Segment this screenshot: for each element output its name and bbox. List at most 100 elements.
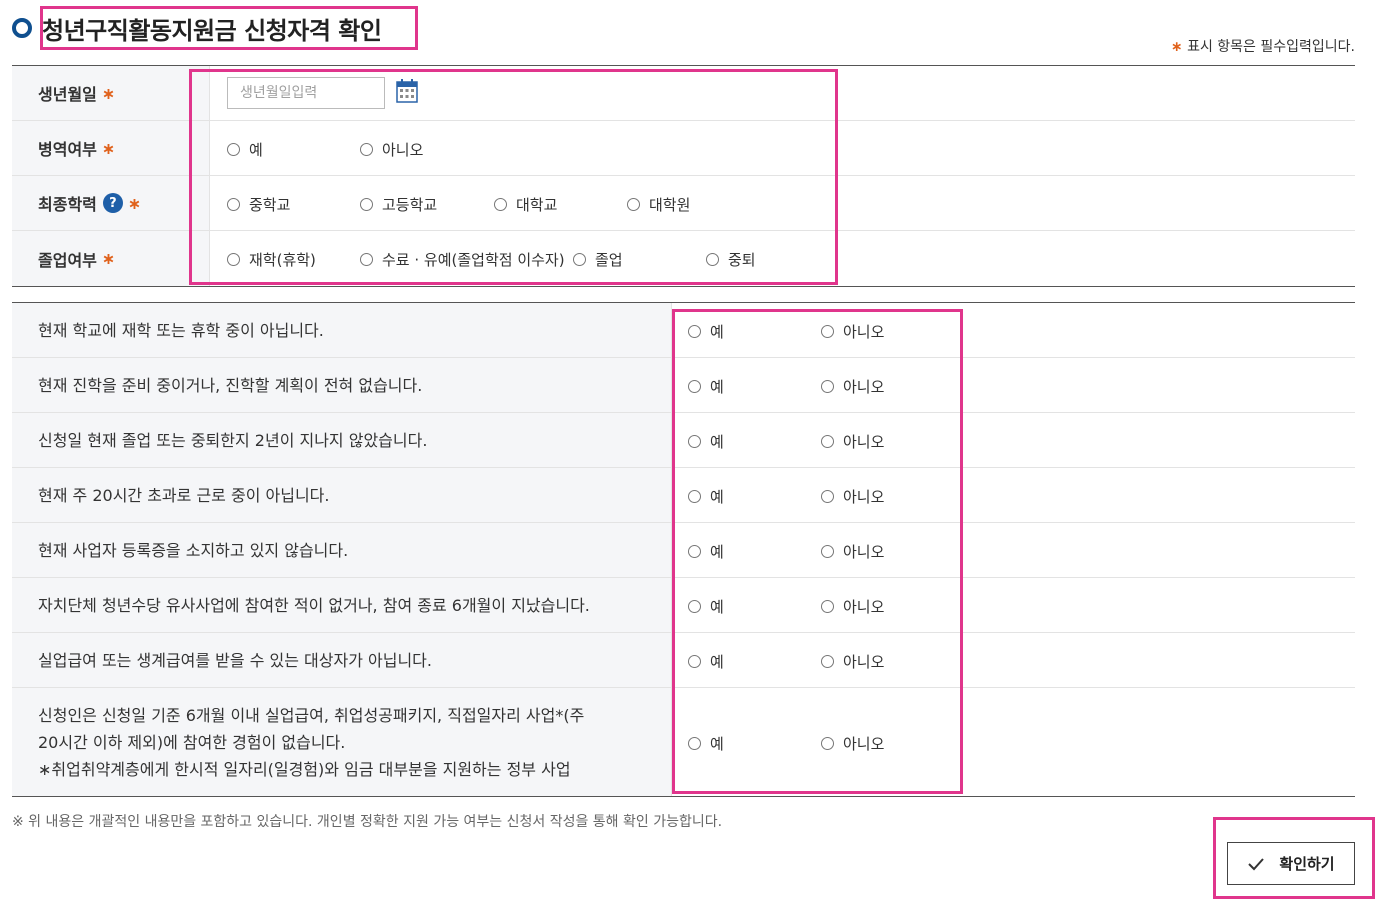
page-title: 청년구직활동지원금 신청자격 확인 [42,16,382,45]
radio-circle-icon[interactable] [494,198,507,211]
radio-circle-icon[interactable] [821,325,834,338]
radio-circle-icon[interactable] [688,737,701,750]
confirm-button[interactable]: 확인하기 [1227,842,1355,885]
graduation-value-cell: 재학(휴학) 수료 · 유예(졸업학점 이수자) 졸업 중퇴 [210,231,1355,286]
question-row: 현재 진학을 준비 중이거나, 진학할 계획이 전혀 없습니다. 예 아니오 [12,358,1355,413]
graduation-graduated-radio[interactable]: 졸업 [573,249,623,270]
answer-no-radio[interactable]: 아니오 [821,651,884,672]
radio-label: 예 [710,323,724,341]
answer-yes-radio[interactable]: 예 [688,541,724,562]
answer-cell: 예 아니오 [672,633,1355,687]
radio-circle-icon[interactable] [688,600,701,613]
answer-no-radio[interactable]: 아니오 [821,321,884,342]
graduation-enrolled-radio[interactable]: 재학(휴학) [227,249,316,270]
disclaimer-footnote: ※ 위 내용은 개괄적인 내용만을 포함하고 있습니다. 개인별 정확한 지원 … [12,814,723,830]
answer-yes-radio[interactable]: 예 [688,651,724,672]
question-footnote-line: ∗취업취약계층에게 한시적 일자리(일경험)와 임금 대부분을 지원하는 정부 … [38,759,571,779]
radio-label: 아니오 [843,735,885,753]
question-row: 신청인은 신청일 기준 6개월 이내 실업급여, 취업성공패키지, 직접일자리 … [12,688,1355,796]
answer-no-radio[interactable]: 아니오 [821,596,884,617]
radio-label: 아니오 [843,433,885,451]
radio-circle-icon[interactable] [227,198,240,211]
radio-circle-icon[interactable] [688,655,701,668]
graduation-label: 졸업여부 ∗ [12,231,210,286]
answer-no-radio[interactable]: 아니오 [821,733,884,754]
radio-circle-icon[interactable] [627,198,640,211]
required-note: ∗ 표시 항목은 필수입력입니다. [1171,36,1355,56]
radio-circle-icon[interactable] [360,198,373,211]
radio-circle-icon[interactable] [360,253,373,266]
radio-circle-icon[interactable] [821,737,834,750]
required-star-icon: ∗ [1170,39,1183,55]
education-row: 최종학력 ? ∗ 중학교 고등학교 대학교 대학원 [12,176,1355,231]
answer-no-radio[interactable]: 아니오 [821,376,884,397]
answer-cell: 예 아니오 [672,523,1355,577]
radio-circle-icon[interactable] [821,545,834,558]
help-icon[interactable]: ? [102,193,123,213]
radio-circle-icon[interactable] [688,545,701,558]
question-text: 현재 학교에 재학 또는 휴학 중이 아닙니다. [12,303,672,357]
radio-circle-icon[interactable] [688,435,701,448]
question-text: 현재 주 20시간 초과로 근로 중이 아닙니다. [12,468,672,522]
answer-yes-radio[interactable]: 예 [688,596,724,617]
radio-circle-icon[interactable] [573,253,586,266]
answer-no-radio[interactable]: 아니오 [821,486,884,507]
answer-yes-radio[interactable]: 예 [688,733,724,754]
confirm-button-label: 확인하기 [1279,855,1335,873]
radio-label: 아니오 [843,598,885,616]
radio-label: 예 [710,488,724,506]
education-middle-radio[interactable]: 중학교 [227,194,290,215]
radio-label: 졸업 [595,251,623,269]
page-header: 청년구직활동지원금 신청자격 확인 [12,14,382,45]
graduation-row: 졸업여부 ∗ 재학(휴학) 수료 · 유예(졸업학점 이수자) 졸업 중퇴 [12,231,1355,286]
radio-circle-icon[interactable] [706,253,719,266]
check-icon [1248,857,1265,870]
radio-label: 아니오 [843,378,885,396]
graduation-dropout-radio[interactable]: 중퇴 [706,249,756,270]
education-graduate-radio[interactable]: 대학원 [627,194,690,215]
military-row: 병역여부 ∗ 예 아니오 [12,121,1355,176]
radio-label: 아니오 [843,543,885,561]
radio-circle-icon[interactable] [821,655,834,668]
radio-label: 예 [710,433,724,451]
radio-label: 예 [710,735,724,753]
education-value-cell: 중학교 고등학교 대학교 대학원 [210,176,1355,230]
radio-label: 중퇴 [728,251,756,269]
calendar-icon[interactable] [396,79,418,103]
radio-circle-icon[interactable] [821,600,834,613]
education-college-radio[interactable]: 대학교 [494,194,557,215]
answer-yes-radio[interactable]: 예 [688,486,724,507]
radio-circle-icon[interactable] [821,490,834,503]
required-star-icon: ∗ [101,249,116,268]
radio-circle-icon[interactable] [821,435,834,448]
answer-yes-radio[interactable]: 예 [688,321,724,342]
question-row: 자치단체 청년수당 유사사업에 참여한 적이 없거나, 참여 종료 6개월이 지… [12,578,1355,633]
radio-circle-icon[interactable] [688,490,701,503]
military-yes-radio[interactable]: 예 [227,139,263,160]
radio-circle-icon[interactable] [821,380,834,393]
military-no-radio[interactable]: 아니오 [360,139,423,160]
graduation-completed-radio[interactable]: 수료 · 유예(졸업학점 이수자) [360,249,565,270]
answer-yes-radio[interactable]: 예 [688,431,724,452]
radio-label: 대학원 [649,196,691,214]
radio-label: 예 [710,378,724,396]
radio-label: 아니오 [843,323,885,341]
radio-circle-icon[interactable] [227,143,240,156]
radio-label: 아니오 [843,653,885,671]
title-bullet-icon [12,18,32,38]
education-high-radio[interactable]: 고등학교 [360,194,437,215]
radio-circle-icon[interactable] [688,380,701,393]
question-lines: 신청인은 신청일 기준 6개월 이내 실업급여, 취업성공패키지, 직접일자리 … [38,702,584,783]
question-row: 현재 학교에 재학 또는 휴학 중이 아닙니다. 예 아니오 [12,303,1355,358]
question-row: 현재 사업자 등록증을 소지하고 있지 않습니다. 예 아니오 [12,523,1355,578]
radio-circle-icon[interactable] [227,253,240,266]
radio-label: 중학교 [249,196,291,214]
radio-circle-icon[interactable] [360,143,373,156]
birth-label: 생년월일 ∗ [12,66,210,120]
answer-no-radio[interactable]: 아니오 [821,431,884,452]
radio-circle-icon[interactable] [688,325,701,338]
required-note-text: 표시 항목은 필수입력입니다. [1187,39,1355,55]
birth-date-input[interactable] [227,77,385,109]
answer-yes-radio[interactable]: 예 [688,376,724,397]
answer-no-radio[interactable]: 아니오 [821,541,884,562]
